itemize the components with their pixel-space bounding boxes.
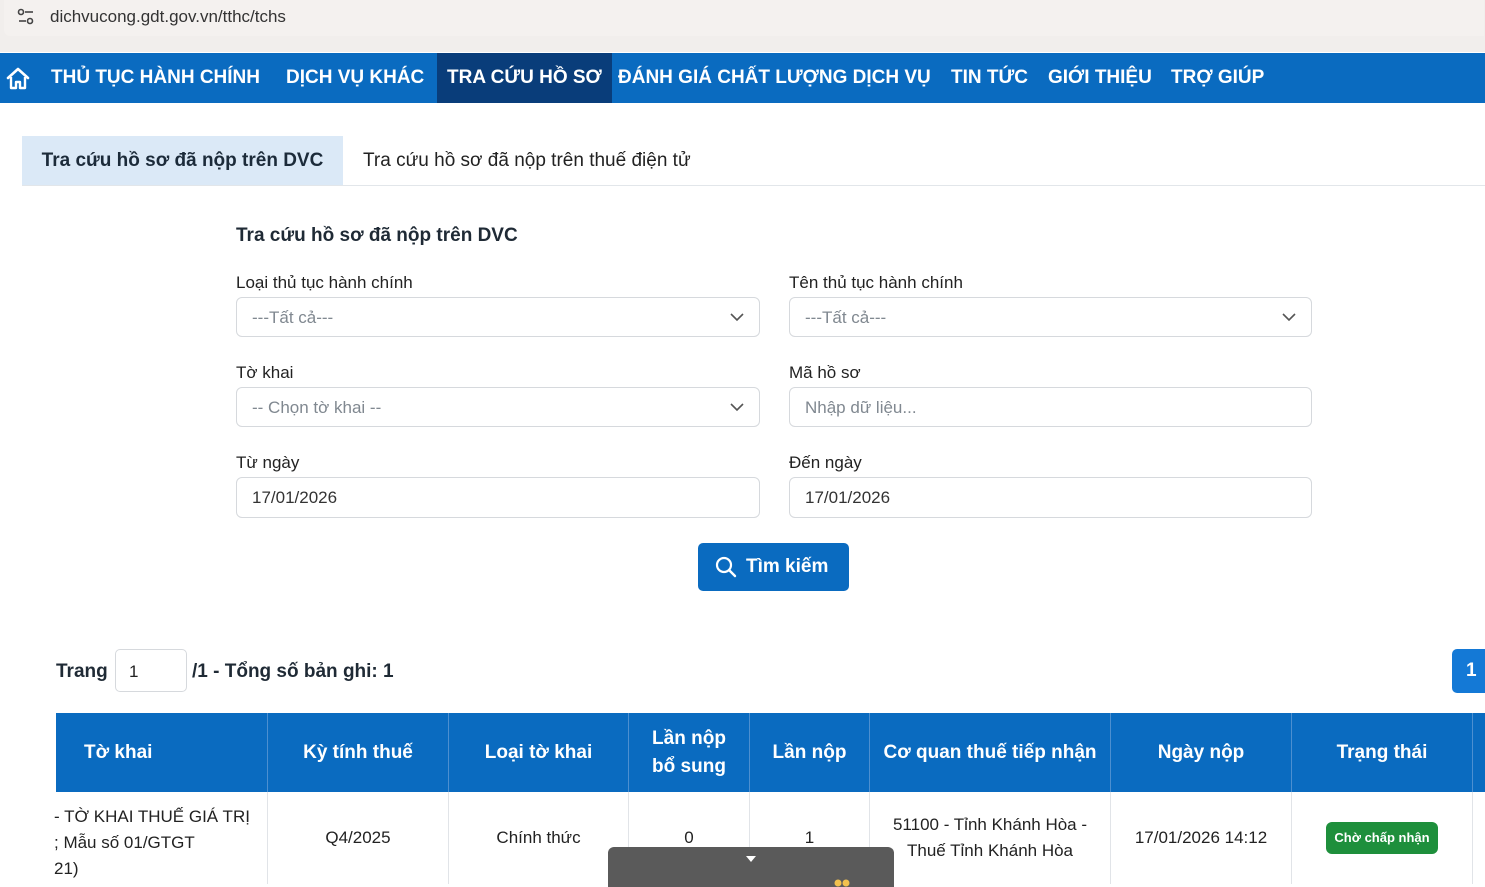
tu-ngay-value: 17/01/2026 bbox=[252, 488, 338, 507]
th-lan-nop-bo-sung: Lần nộp bổ sung bbox=[629, 713, 750, 792]
to-khai-value: -- Chọn tờ khai -- bbox=[252, 398, 382, 417]
th-to-khai: Tờ khai bbox=[56, 713, 268, 792]
th-lan-nop-bo-sung-line2: bổ sung bbox=[652, 755, 726, 777]
tab-divider bbox=[22, 185, 1485, 186]
page-button-1[interactable]: 1 bbox=[1452, 649, 1485, 693]
loai-thu-tuc-value: ---Tất cả--- bbox=[252, 308, 334, 327]
loai-thu-tuc-label: Loại thủ tục hành chính bbox=[236, 273, 413, 292]
site-settings-icon[interactable] bbox=[16, 7, 36, 27]
form-title: Tra cứu hồ sơ đã nộp trên DVC bbox=[236, 225, 518, 246]
caret-down-icon[interactable] bbox=[746, 856, 756, 862]
nav-thu-tuc-hanh-chinh[interactable]: THỦ TỤC HÀNH CHÍNH bbox=[51, 53, 260, 103]
tab-dvc[interactable]: Tra cứu hồ sơ đã nộp trên DVC bbox=[22, 136, 343, 185]
ma-ho-so-placeholder: Nhập dữ liệu... bbox=[805, 398, 917, 417]
url-field[interactable]: dichvucong.gdt.gov.vn/tthc/tchs bbox=[4, 0, 1484, 36]
th-trang-thai: Trạng thái bbox=[1292, 713, 1473, 792]
tab-thue-dien-tu[interactable]: Tra cứu hồ sơ đã nộp trên thuế điện tử bbox=[363, 136, 691, 185]
den-ngay-label: Đến ngày bbox=[789, 453, 862, 472]
th-ngay-nop: Ngày nộp bbox=[1111, 713, 1292, 792]
td-ky-tinh-thue: Q4/2025 bbox=[268, 792, 449, 884]
chevron-down-icon bbox=[730, 403, 744, 412]
chevron-down-icon bbox=[1282, 313, 1296, 322]
browser-address-bar: dichvucong.gdt.gov.vn/tthc/tchs bbox=[0, 0, 1485, 52]
overlay-popup[interactable] bbox=[608, 847, 894, 887]
nav-dich-vu-khac[interactable]: DỊCH VỤ KHÁC bbox=[286, 53, 424, 103]
tu-ngay-input[interactable]: 17/01/2026 bbox=[236, 477, 760, 518]
co-quan-line2: Thuế Tỉnh Khánh Hòa bbox=[906, 841, 1074, 860]
chevron-down-icon bbox=[730, 313, 744, 322]
main-nav: THỦ TỤC HÀNH CHÍNH DỊCH VỤ KHÁC TRA CỨU … bbox=[0, 53, 1485, 103]
home-icon[interactable] bbox=[5, 65, 31, 91]
th-lan-nop-bo-sung-line1: Lần nộp bbox=[652, 727, 726, 749]
to-khai-select[interactable]: -- Chọn tờ khai -- bbox=[236, 387, 760, 427]
co-quan-line1: 51100 - Tỉnh Khánh Hòa - bbox=[892, 815, 1088, 834]
th-co-quan-thue: Cơ quan thuế tiếp nhận bbox=[870, 713, 1111, 792]
den-ngay-value: 17/01/2026 bbox=[805, 488, 891, 507]
ten-thu-tuc-label: Tên thủ tục hành chính bbox=[789, 273, 963, 292]
to-khai-line3: 21) bbox=[54, 859, 79, 878]
emoji-icon bbox=[834, 879, 850, 887]
table-header: Tờ khai Kỳ tính thuế Loại tờ khai Lần nộ… bbox=[56, 713, 1485, 792]
nav-tin-tuc[interactable]: TIN TỨC bbox=[951, 53, 1028, 103]
tu-ngay-label: Từ ngày bbox=[236, 453, 300, 472]
page-button-label: 1 bbox=[1466, 660, 1477, 681]
td-trang-thai: Chờ chấp nhận bbox=[1292, 792, 1473, 884]
page-input[interactable]: 1 bbox=[115, 649, 187, 692]
td-co-quan-thue: 51100 - Tỉnh Khánh Hòa - Thuế Tỉnh Khánh… bbox=[870, 792, 1111, 884]
nav-gioi-thieu[interactable]: GIỚI THIỆU bbox=[1048, 53, 1152, 103]
td-loai-to-khai: Chính thức bbox=[449, 792, 629, 884]
to-khai-label: Tờ khai bbox=[236, 363, 294, 382]
nav-tro-giup[interactable]: TRỢ GIÚP bbox=[1171, 53, 1264, 103]
url-text: dichvucong.gdt.gov.vn/tthc/tchs bbox=[50, 7, 286, 26]
search-button[interactable]: Tìm kiếm bbox=[698, 543, 849, 591]
to-khai-line2: ; Mẫu số 01/GTGT bbox=[54, 833, 195, 852]
search-button-label: Tìm kiếm bbox=[746, 556, 829, 577]
td-to-khai: - TỜ KHAI THUẾ GIÁ TRỊ ; Mẫu số 01/GTGT … bbox=[54, 792, 268, 884]
ma-ho-so-input[interactable]: Nhập dữ liệu... bbox=[789, 387, 1312, 427]
th-loai-to-khai: Loại tờ khai bbox=[449, 713, 629, 792]
th-lan-nop: Lần nộp bbox=[750, 713, 870, 792]
ten-thu-tuc-select[interactable]: ---Tất cả--- bbox=[789, 297, 1312, 337]
page-input-value: 1 bbox=[129, 662, 139, 681]
status-badge: Chờ chấp nhận bbox=[1326, 822, 1438, 854]
den-ngay-input[interactable]: 17/01/2026 bbox=[789, 477, 1312, 518]
ten-thu-tuc-value: ---Tất cả--- bbox=[805, 308, 887, 327]
page-label: Trang bbox=[56, 661, 108, 682]
search-icon bbox=[715, 556, 737, 578]
nav-tra-cuu-ho-so[interactable]: TRA CỨU HỒ SƠ bbox=[437, 53, 612, 103]
ma-ho-so-label: Mã hồ sơ bbox=[789, 363, 861, 382]
td-ngay-nop: 17/01/2026 14:12 bbox=[1111, 792, 1292, 884]
th-ky-tinh-thue: Kỳ tính thuế bbox=[268, 713, 449, 792]
loai-thu-tuc-select[interactable]: ---Tất cả--- bbox=[236, 297, 760, 337]
to-khai-line1: - TỜ KHAI THUẾ GIÁ TRỊ bbox=[54, 807, 250, 826]
nav-danh-gia-chat-luong[interactable]: ĐÁNH GIÁ CHẤT LƯỢNG DỊCH VỤ bbox=[618, 53, 931, 103]
page-summary: /1 - Tổng số bản ghi: 1 bbox=[192, 661, 394, 682]
